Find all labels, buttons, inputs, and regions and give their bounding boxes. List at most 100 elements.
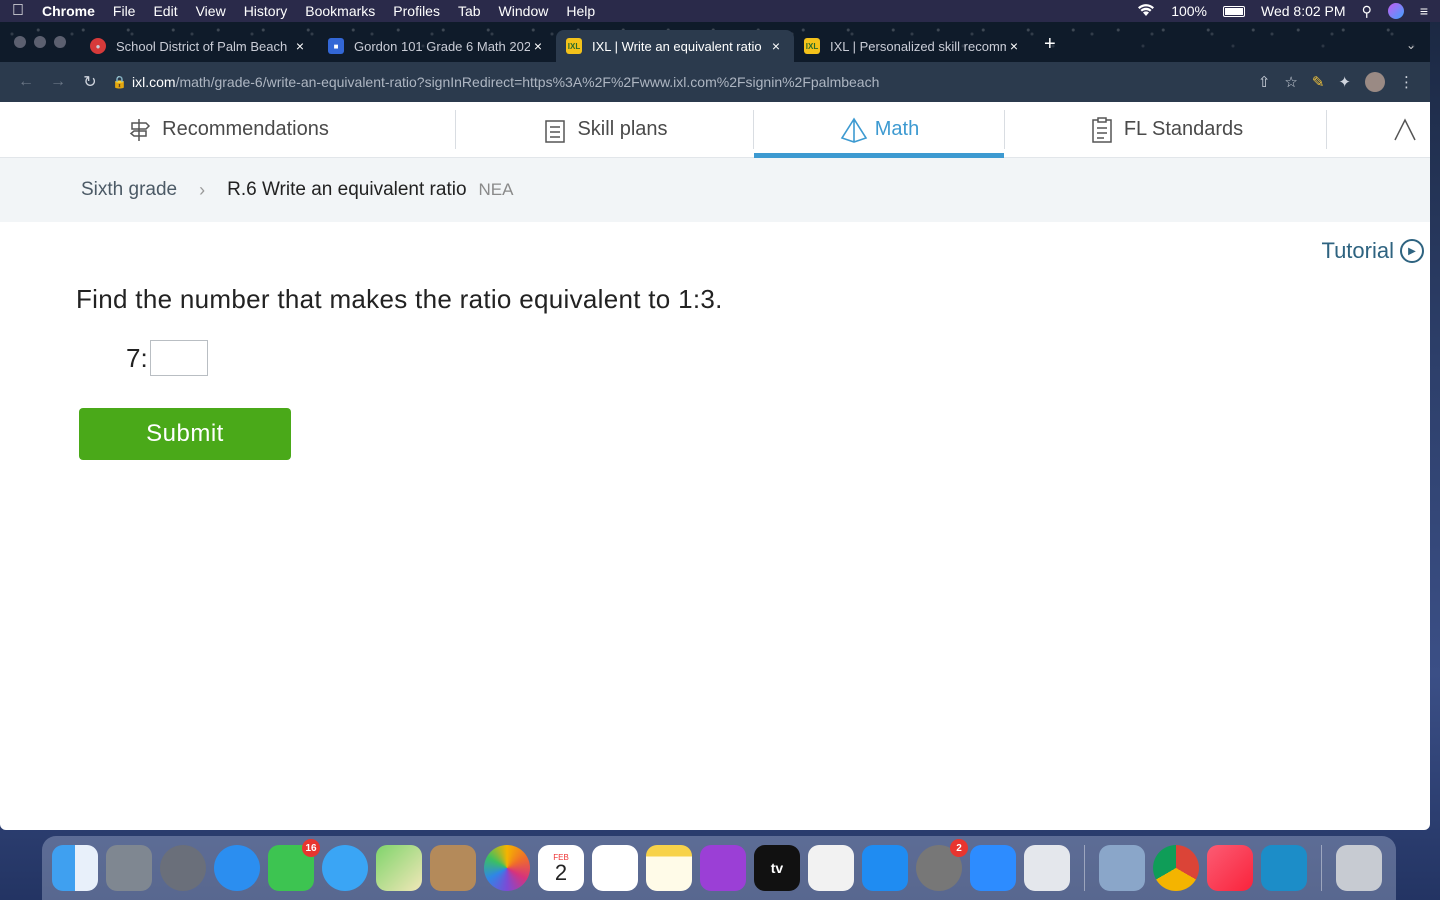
- zoom-window-button[interactable]: [54, 36, 66, 48]
- control-center-icon[interactable]: ≡: [1420, 3, 1428, 19]
- close-window-button[interactable]: [14, 36, 26, 48]
- news-icon[interactable]: [808, 845, 854, 891]
- extensions-puzzle-icon[interactable]: ✦: [1338, 73, 1351, 91]
- apple-menu-icon[interactable]: : [12, 2, 42, 20]
- photos-icon[interactable]: [484, 845, 530, 891]
- reload-icon[interactable]: ↻: [74, 72, 106, 92]
- facetime-icon[interactable]: 16: [268, 839, 320, 891]
- contacts-icon[interactable]: [430, 845, 476, 891]
- menu-app-name[interactable]: Chrome: [42, 3, 95, 19]
- submit-button[interactable]: Submit: [79, 408, 291, 460]
- nav-fl-standards-label: FL Standards: [1123, 118, 1244, 140]
- ixl-subnav: Recommendations Skill plans Math FL Stan…: [0, 102, 1430, 158]
- zoom-icon[interactable]: [970, 845, 1016, 891]
- nav-fl-standards[interactable]: FL Standards: [1005, 102, 1326, 157]
- nav-awards[interactable]: [1327, 102, 1427, 157]
- profile-avatar[interactable]: [1365, 72, 1385, 92]
- tutorial-label: Tutorial: [1321, 238, 1394, 263]
- ratio-expression: 7:: [126, 340, 208, 376]
- finder-icon[interactable]: [52, 845, 98, 891]
- menu-file[interactable]: File: [113, 3, 136, 19]
- tab-title: School District of Palm Beach: [116, 38, 288, 54]
- tab-ixl-recommendations[interactable]: IXL IXL | Personalized skill recomm ×: [794, 30, 1032, 62]
- chrome-icon[interactable]: [1153, 845, 1199, 891]
- clipboard-icon: [1088, 116, 1116, 144]
- music-icon[interactable]: [1207, 845, 1253, 891]
- menu-extras: 100% Wed 8:02 PM ⚲ ≡: [1137, 3, 1428, 20]
- back-icon[interactable]: ←: [10, 73, 42, 91]
- tab-close-icon[interactable]: ×: [530, 38, 546, 54]
- ratio-left-term: 7:: [126, 342, 148, 373]
- chrome-menu-icon[interactable]: ⋮: [1399, 73, 1414, 91]
- tab-ixl-equivalent-ratio[interactable]: IXL IXL | Write an equivalent ratio ×: [556, 30, 794, 62]
- maps-icon[interactable]: [376, 845, 422, 891]
- menu-window[interactable]: Window: [499, 3, 549, 19]
- menu-view[interactable]: View: [196, 3, 226, 19]
- tab-title: IXL | Write an equivalent ratio: [592, 38, 762, 54]
- menu-help[interactable]: Help: [566, 3, 595, 19]
- wifi-icon[interactable]: [1137, 3, 1155, 20]
- launchpad-icon[interactable]: [160, 845, 206, 891]
- forward-icon[interactable]: →: [42, 73, 74, 91]
- classroom-favicon-icon: ■: [328, 38, 344, 54]
- tutorial-link[interactable]: Tutorial ▶: [1321, 238, 1424, 264]
- gear-app-icon[interactable]: [1261, 845, 1307, 891]
- notes-icon[interactable]: [646, 845, 692, 891]
- url-host: ixl.com: [132, 74, 176, 90]
- menu-bookmarks[interactable]: Bookmarks: [305, 3, 375, 19]
- trash-icon[interactable]: [1336, 845, 1382, 891]
- bookmark-star-icon[interactable]: ☆: [1284, 73, 1297, 91]
- ixl-favicon-icon: IXL: [804, 38, 820, 54]
- menu-edit[interactable]: Edit: [153, 3, 177, 19]
- share-icon[interactable]: ⇧: [1258, 73, 1271, 91]
- calendar-icon[interactable]: FEB 2: [538, 845, 584, 891]
- system-preferences-badge: 2: [950, 839, 968, 857]
- new-tab-button[interactable]: +: [1032, 33, 1068, 62]
- nav-recommendations[interactable]: Recommendations: [0, 102, 455, 157]
- menu-tab[interactable]: Tab: [458, 3, 481, 19]
- messages-icon[interactable]: [322, 845, 368, 891]
- macos-menu-bar:  Chrome File Edit View History Bookmark…: [0, 0, 1440, 22]
- browser-toolbar: ← → ↻ 🔒 ixl.com/math/grade-6/write-an-eq…: [0, 62, 1430, 102]
- safari-icon[interactable]: [214, 845, 260, 891]
- answer-input[interactable]: [149, 340, 208, 376]
- screenshot-icon[interactable]: [106, 845, 152, 891]
- menu-clock[interactable]: Wed 8:02 PM: [1261, 3, 1346, 19]
- tab-close-icon[interactable]: ×: [768, 38, 784, 54]
- tab-strip: ● School District of Palm Beach × ■ Gord…: [0, 22, 1430, 62]
- toolbar-actions: ⇧ ☆ ✎ ✦ ⋮: [1258, 72, 1414, 92]
- tab-search-chevron-icon[interactable]: ⌄: [1392, 38, 1430, 62]
- tab-palm-beach[interactable]: ● School District of Palm Beach ×: [80, 30, 318, 62]
- tab-title: IXL | Personalized skill recomm: [830, 38, 1006, 54]
- minimize-window-button[interactable]: [34, 36, 46, 48]
- battery-icon[interactable]: [1223, 5, 1245, 17]
- breadcrumb: Sixth grade › R.6 Write an equivalent ra…: [0, 158, 1430, 222]
- tab-close-icon[interactable]: ×: [292, 38, 308, 54]
- pyramid-icon: [839, 116, 867, 144]
- preview-icon[interactable]: [1099, 845, 1145, 891]
- checklist-icon: [541, 116, 569, 144]
- siri-icon[interactable]: [1387, 3, 1404, 19]
- spotlight-search-icon[interactable]: ⚲: [1362, 3, 1372, 20]
- breadcrumb-grade-link[interactable]: Sixth grade: [81, 179, 177, 201]
- tab-close-icon[interactable]: ×: [1006, 38, 1022, 54]
- nav-math[interactable]: Math: [754, 102, 1004, 158]
- tab-gordon-classroom[interactable]: ■ Gordon 101 Grade 6 Math 202 ×: [318, 30, 556, 62]
- app-store-icon[interactable]: [862, 845, 908, 891]
- play-icon: ▶: [1400, 239, 1424, 263]
- roblox-icon[interactable]: [1024, 845, 1070, 891]
- skill-code: NEA: [478, 180, 514, 199]
- pencil-extension-icon[interactable]: ✎: [1312, 73, 1325, 91]
- facetime-badge: 16: [302, 839, 320, 857]
- reminders-icon[interactable]: [592, 845, 638, 891]
- nav-skill-plans[interactable]: Skill plans: [456, 102, 753, 157]
- address-bar[interactable]: 🔒 ixl.com/math/grade-6/write-an-equivale…: [112, 67, 1258, 97]
- podcasts-icon[interactable]: [700, 845, 746, 891]
- menu-profiles[interactable]: Profiles: [393, 3, 440, 19]
- menu-history[interactable]: History: [244, 3, 288, 19]
- apple-tv-icon[interactable]: tv: [754, 845, 800, 891]
- system-preferences-icon[interactable]: 2: [916, 839, 968, 891]
- lock-icon[interactable]: 🔒: [112, 75, 132, 89]
- tab-title: Gordon 101 Grade 6 Math 202: [354, 38, 530, 54]
- window-controls: [0, 36, 80, 62]
